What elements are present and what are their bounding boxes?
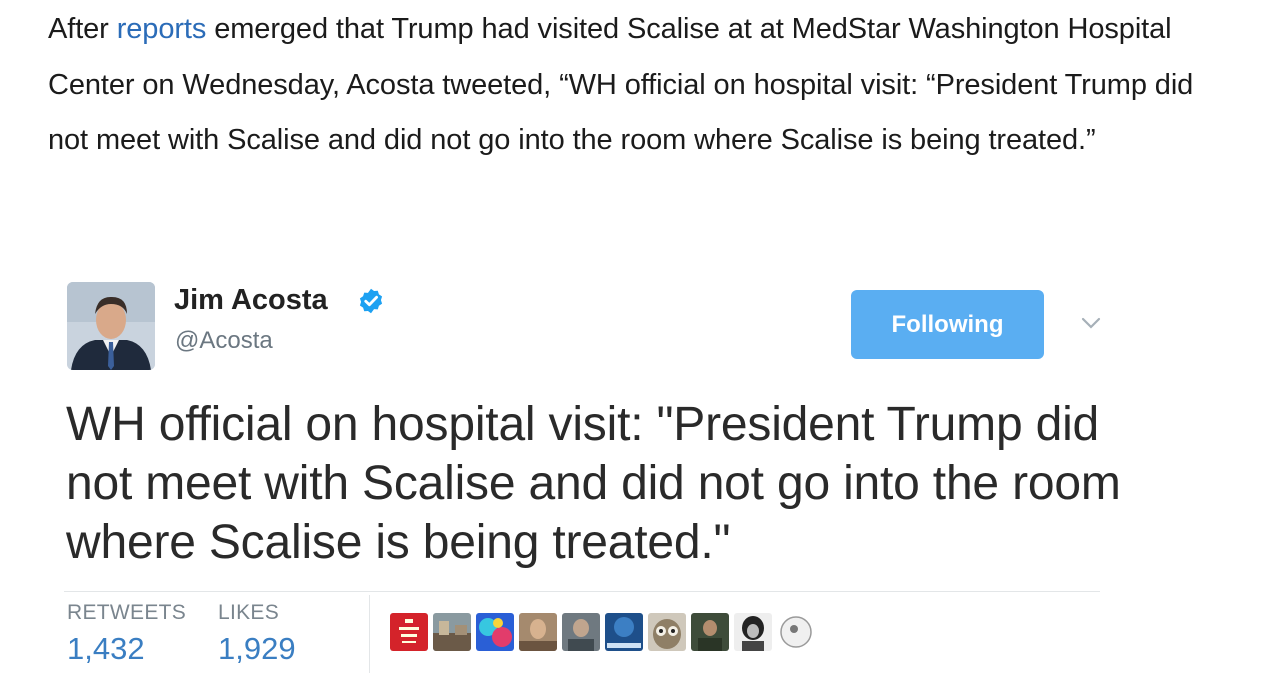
retweets-count: 1,432 — [67, 631, 145, 666]
author-handle[interactable]: @Acosta — [175, 327, 273, 355]
liker-avatars — [390, 613, 815, 651]
chevron-down-icon[interactable] — [1080, 316, 1102, 330]
liker-avatar[interactable] — [390, 613, 428, 651]
article-text-before: After — [48, 13, 117, 45]
liker-avatar[interactable] — [476, 613, 514, 651]
liker-avatar[interactable] — [777, 613, 815, 651]
article-paragraph: After reports emerged that Trump had vis… — [48, 2, 1228, 169]
liker-avatar[interactable] — [605, 613, 643, 651]
likes-label: LIKES — [218, 601, 280, 624]
tweet-divider — [64, 591, 1100, 592]
liker-avatar[interactable] — [562, 613, 600, 651]
author-name[interactable]: Jim Acosta — [174, 284, 328, 317]
liker-avatar[interactable] — [648, 613, 686, 651]
retweets-stat[interactable]: RETWEETS 1,432 — [67, 601, 186, 667]
likes-stat[interactable]: LIKES 1,929 — [218, 601, 296, 667]
likes-count: 1,929 — [218, 631, 296, 666]
author-avatar[interactable] — [67, 282, 155, 370]
retweets-label: RETWEETS — [67, 601, 187, 624]
liker-avatar[interactable] — [734, 613, 772, 651]
following-button[interactable]: Following — [851, 290, 1044, 359]
verified-badge-icon — [359, 288, 383, 314]
article-text-after: emerged that Trump had visited Scalise a… — [48, 13, 1194, 156]
liker-avatar[interactable] — [433, 613, 471, 651]
liker-avatar[interactable] — [691, 613, 729, 651]
reports-link[interactable]: reports — [117, 13, 207, 45]
liker-avatar[interactable] — [519, 613, 557, 651]
embedded-tweet: Jim Acosta @Acosta Following WH official… — [48, 270, 1138, 689]
stat-divider — [369, 595, 370, 673]
tweet-text: WH official on hospital visit: "Presiden… — [66, 398, 1121, 569]
